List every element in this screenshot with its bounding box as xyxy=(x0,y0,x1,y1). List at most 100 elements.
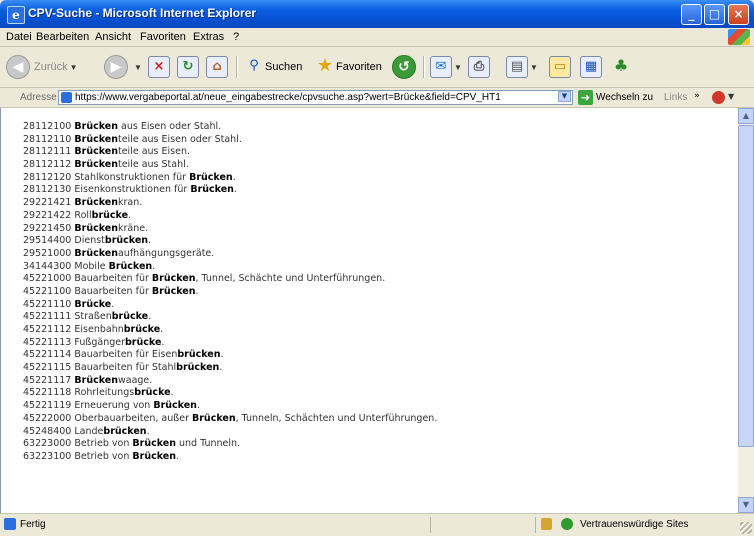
address-dropdown-button[interactable]: ▼ xyxy=(558,91,571,102)
result-code: 28112130 xyxy=(23,184,72,196)
result-keyword: Brücken xyxy=(74,159,118,171)
result-code: 28112110 xyxy=(23,133,72,145)
status-divider xyxy=(430,517,431,533)
result-text: . xyxy=(220,349,224,361)
result-keyword: Brücken xyxy=(151,273,196,285)
result-text: . xyxy=(152,260,156,272)
chevron-down-icon[interactable]: ▼ xyxy=(728,92,734,101)
close-button[interactable]: × xyxy=(728,4,749,25)
windows-flag-icon xyxy=(728,29,750,45)
scrollbar-thumb[interactable] xyxy=(738,125,754,447)
window-title: CPV-Suche - Microsoft Internet Explorer xyxy=(28,6,257,20)
toolbar: ◀ Zurück ▼ ▶ ▼ × ↻ ⌂ ⚲ Suchen ★ Favorite… xyxy=(0,47,754,88)
edit-icon: ▤ xyxy=(506,56,528,78)
result-code: 45221118 xyxy=(23,387,72,399)
address-url: https://www.vergabeportal.at/neue_eingab… xyxy=(75,92,501,103)
go-button[interactable]: Wechseln zu xyxy=(596,92,653,103)
result-code: 45221100 xyxy=(23,285,72,297)
result-item: 45221117 Brückenwaage. xyxy=(23,375,437,388)
result-keyword: Brücken xyxy=(108,260,153,272)
result-item: 29514400 Dienstbrücken. xyxy=(23,235,437,248)
result-text: Eisenkonstruktionen für xyxy=(74,184,191,196)
messenger-button[interactable]: ♣ xyxy=(610,53,632,81)
search-button[interactable]: ⚲ Suchen xyxy=(243,53,302,81)
back-button[interactable]: ◀ Zurück ▼ xyxy=(6,53,78,81)
result-item: 29221422 Rollbrücke. xyxy=(23,210,437,223)
refresh-icon: ↻ xyxy=(177,56,199,78)
scroll-down-button[interactable]: ▼ xyxy=(738,497,754,513)
result-code: 45221113 xyxy=(23,336,72,348)
menu-ansicht[interactable]: Ansicht xyxy=(95,31,131,43)
result-text: . xyxy=(148,311,152,323)
result-item: 45222000 Oberbauarbeiten, außer Brücken,… xyxy=(23,413,437,426)
result-item: 45221111 Straßenbrücke. xyxy=(23,311,437,324)
result-code: 28112112 xyxy=(23,159,72,171)
menu-extras[interactable]: Extras xyxy=(193,31,224,43)
menu-favoriten[interactable]: Favoriten xyxy=(140,31,186,43)
result-keyword: Brücken xyxy=(74,121,118,132)
result-item: 45221112 Eisenbahnbrücke. xyxy=(23,324,437,337)
result-text: . xyxy=(232,171,236,183)
forward-arrow-icon: ▶ xyxy=(104,55,128,79)
result-text: Oberbauarbeiten, außer xyxy=(74,412,192,424)
mail-button[interactable]: ✉ ▼ xyxy=(430,53,462,81)
result-keyword: brücke xyxy=(123,324,161,335)
result-text: Erneuerung von xyxy=(74,400,154,412)
menu-help[interactable]: ? xyxy=(233,31,239,43)
result-code: 29221450 xyxy=(23,222,72,234)
history-button[interactable]: ↺ xyxy=(392,53,420,81)
forward-button[interactable]: ▶ ▼ xyxy=(104,53,142,81)
address-input[interactable]: https://www.vergabeportal.at/neue_eingab… xyxy=(58,90,573,105)
chevron-down-icon: ▼ xyxy=(454,62,462,72)
result-keyword: brücke xyxy=(125,336,162,348)
result-text: kräne. xyxy=(117,222,149,234)
result-item: 28112110 Brückenteile aus Eisen oder Sta… xyxy=(23,134,437,147)
result-text: teile aus Eisen oder Stahl. xyxy=(117,133,242,145)
refresh-button[interactable]: ↻ xyxy=(177,53,199,81)
chevron-down-icon: ▼ xyxy=(69,62,78,72)
result-keyword: brücken xyxy=(177,349,221,361)
result-text: Bauarbeiten für xyxy=(74,285,152,297)
result-text: . xyxy=(146,425,150,437)
discuss-button[interactable]: ▭ xyxy=(549,53,571,81)
favorites-button[interactable]: ★ Favoriten xyxy=(314,53,382,81)
maximize-button[interactable]: □ xyxy=(704,4,725,25)
result-text: , Tunneln, Schächten und Unterführungen. xyxy=(235,412,438,424)
resize-grip[interactable] xyxy=(740,522,752,534)
result-item: 28112120 Stahlkonstruktionen für Brücken… xyxy=(23,172,437,185)
result-text: Eisenbahn xyxy=(74,324,124,335)
search-icon: ⚲ xyxy=(249,58,259,73)
result-text: . xyxy=(161,336,165,348)
result-keyword: Brücken xyxy=(189,171,233,183)
edit-button[interactable]: ▤ ▼ xyxy=(506,53,538,81)
result-text: kran. xyxy=(117,197,143,209)
result-keyword: Brücken xyxy=(74,374,118,386)
result-item: 29221421 Brückenkran. xyxy=(23,197,437,210)
result-text: . xyxy=(128,209,132,221)
result-text: . xyxy=(170,387,174,399)
result-text: Mobile xyxy=(74,260,109,272)
lock-icon[interactable] xyxy=(541,518,552,530)
result-code: 45221110 xyxy=(23,298,72,310)
chevron-right-icon[interactable]: » xyxy=(694,91,700,101)
stop-button[interactable]: × xyxy=(148,53,170,81)
page-icon xyxy=(61,92,72,103)
go-arrow-icon[interactable]: ➜ xyxy=(578,90,593,105)
minimize-button[interactable]: _ xyxy=(681,4,702,25)
vertical-scrollbar[interactable]: ▲ ▼ xyxy=(738,108,754,513)
menu-bearbeiten[interactable]: Bearbeiten xyxy=(36,31,89,43)
result-code: 29514400 xyxy=(23,235,72,247)
result-item: 28112112 Brückenteile aus Stahl. xyxy=(23,159,437,172)
links-label[interactable]: Links xyxy=(664,92,687,103)
result-item: 29221450 Brückenkräne. xyxy=(23,223,437,236)
ie-icon: e xyxy=(7,6,25,24)
scroll-up-button[interactable]: ▲ xyxy=(738,108,754,124)
result-keyword: Brücken xyxy=(74,247,118,259)
extension-icon[interactable] xyxy=(712,91,725,104)
home-icon: ⌂ xyxy=(206,56,228,78)
menu-datei[interactable]: Datei xyxy=(6,31,32,43)
print-button[interactable]: ⎙ xyxy=(468,53,490,81)
result-keyword: Brücken xyxy=(153,400,197,412)
home-button[interactable]: ⌂ xyxy=(206,53,228,81)
research-button[interactable]: ▦ xyxy=(580,53,602,81)
